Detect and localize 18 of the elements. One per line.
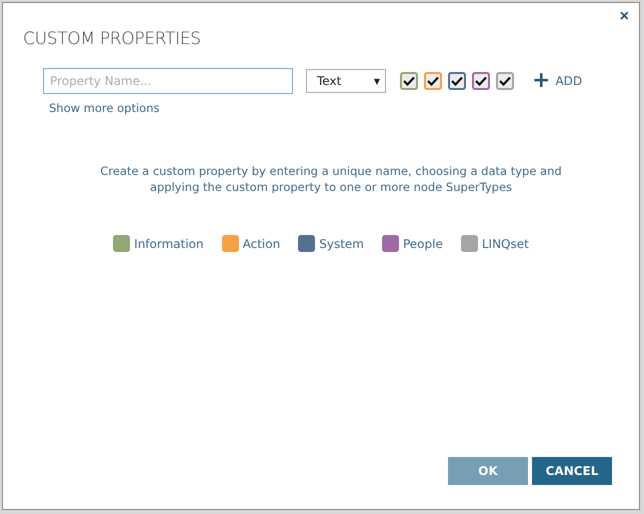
supertype-checkbox[interactable]: [496, 72, 514, 90]
show-more-link[interactable]: Show more options: [49, 101, 160, 115]
legend-label: System: [319, 236, 364, 250]
type-dropdown[interactable]: Text ▼: [306, 69, 386, 93]
legend-label: LINQset: [482, 236, 529, 250]
legend-label: Action: [242, 236, 280, 250]
supertype-checkbox[interactable]: [448, 72, 466, 90]
legend-label: People: [402, 236, 443, 250]
supertype-checkbox[interactable]: [400, 72, 418, 90]
description-text: Create a custom property by entering a unique name, choosing a data type and applying the custom property to one or more node SuperTypes: [99, 163, 563, 195]
legend-label: Information: [134, 236, 204, 250]
add-button[interactable]: + ADD: [532, 70, 582, 92]
supertype-checkbox[interactable]: [472, 72, 490, 90]
close-button[interactable]: ×: [620, 9, 629, 25]
supertype-checkbox[interactable]: [424, 72, 442, 90]
dialog-title: CUSTOM PROPERTIES: [23, 29, 201, 49]
dialog-button[interactable]: CANCEL: [532, 457, 612, 485]
property-name-field[interactable]: Property Name...: [43, 68, 293, 94]
